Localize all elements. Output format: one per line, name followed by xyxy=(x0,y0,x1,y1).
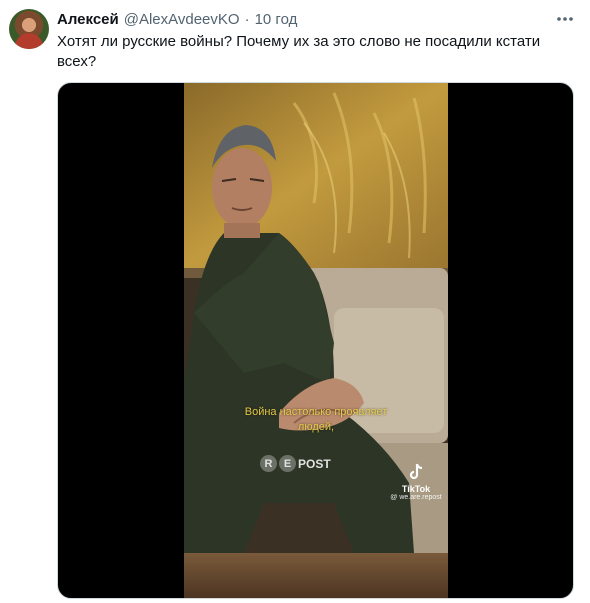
watermark-e: E xyxy=(279,455,296,472)
tweet-timestamp[interactable]: 10 год xyxy=(255,11,298,28)
video-still-image xyxy=(184,83,448,598)
tweet-text: Хотят ли русские войны? Почему их за это… xyxy=(57,33,541,70)
separator-dot: · xyxy=(244,10,250,28)
avatar[interactable] xyxy=(9,9,49,49)
video-subtitle-line-2: людей, xyxy=(297,421,335,433)
tweet-header: Алексей @AlexAvdeevKO · 10 год xyxy=(57,9,297,29)
avatar-figure xyxy=(15,33,43,49)
tiktok-username: @ we.are.repost xyxy=(390,494,442,501)
more-horizontal-icon xyxy=(557,17,573,21)
author-display-name[interactable]: Алексей xyxy=(57,11,119,28)
tweet-media-video[interactable]: Война настолько проявляет людей, R E POS… xyxy=(57,82,574,599)
tiktok-label: TikTok xyxy=(401,484,431,494)
author-handle[interactable]: @AlexAvdeevKO xyxy=(124,11,240,28)
watermark-r: R xyxy=(260,455,277,472)
tiktok-note-icon xyxy=(409,463,423,480)
more-options-button[interactable] xyxy=(552,8,578,30)
watermark-post: POST xyxy=(298,456,331,471)
tweet[interactable]: Алексей @AlexAvdeevKO · 10 год Хотят ли … xyxy=(0,0,590,603)
tiktok-watermark: TikTok @ we.are.repost xyxy=(384,463,448,501)
video-subtitle-line-1: Война настолько проявляет xyxy=(244,406,388,418)
video-frame: Война настолько проявляет людей, R E POS… xyxy=(184,83,448,598)
repost-watermark: R E POST xyxy=(260,455,331,472)
